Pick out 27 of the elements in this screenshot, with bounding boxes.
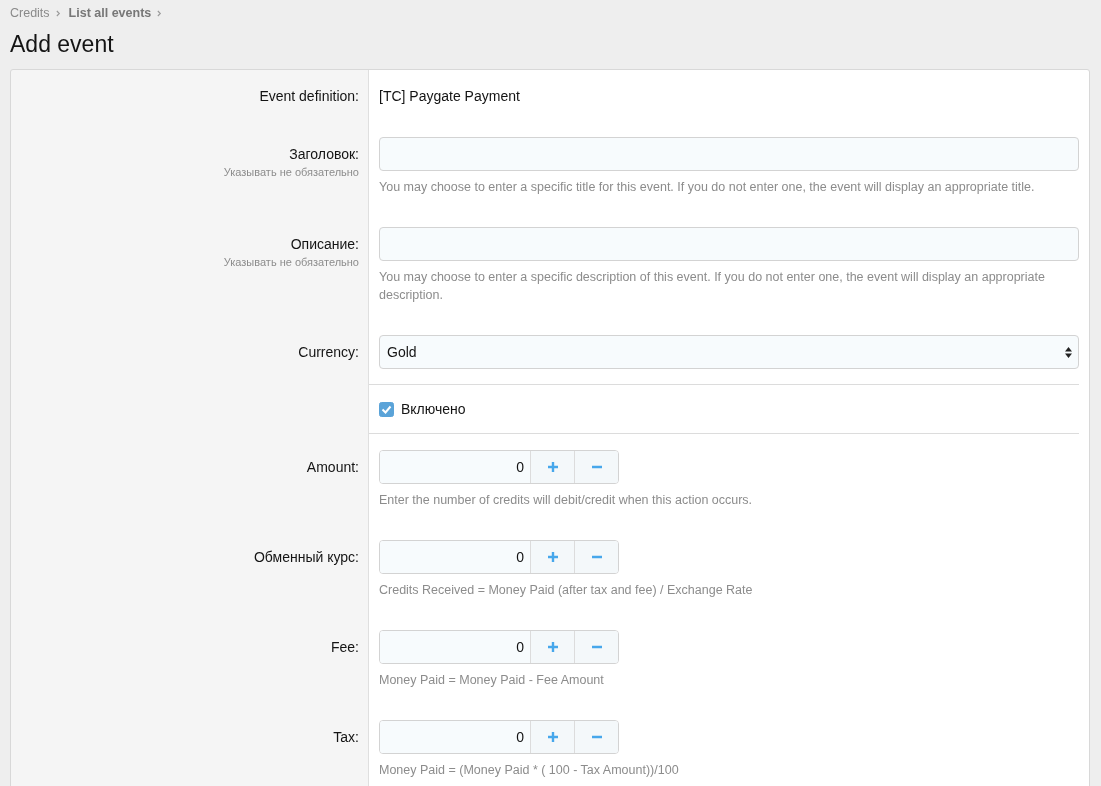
field-label: Event definition: [258,87,359,106]
field-label: Fee: [330,638,359,657]
field-label: Amount: [305,458,359,477]
field-label: Обменный курс: [252,548,359,567]
breadcrumb-link[interactable]: List all events [68,6,152,20]
field-label: Заголовок: [288,145,359,164]
input-field[interactable] [379,227,1079,261]
chevron-icon [157,9,163,17]
field-label: Currency: [297,343,359,362]
field-hint: Money Paid = (Money Paid * ( 100 - Tax Amount))/100 [379,762,680,779]
optional-note: Указывать не обязательно [222,255,359,270]
field-hint: Money Paid = Money Paid - Fee Amount [379,672,605,689]
field-hint: Credits Received = Money Paid (after tax and fee) / Exchange Rate [379,582,754,599]
checkbox[interactable] [379,401,394,417]
optional-note: Указывать не обязательно [222,165,359,180]
field-value: [TC] Paygate Payment [379,87,521,106]
page-title: Add event [10,31,115,59]
field-hint: You may choose to enter a specific description of this event. If you do not enter one, the event will display an appropriate description. [379,269,1046,304]
field-label: Описание: [289,235,359,254]
field-hint: Enter the number of credits will debit/credit when this action occurs. [379,492,754,509]
updown-icon [1065,346,1072,358]
checkbox-label: Включено [401,400,466,419]
input-field[interactable] [379,137,1079,171]
field-hint: You may choose to enter a specific title for this event. If you do not enter one, the event will display an appropriate title. [379,179,1036,196]
chevron-icon [55,9,61,17]
currency-select[interactable]: Gold [379,335,1079,369]
field-label: Tax: [332,728,359,747]
